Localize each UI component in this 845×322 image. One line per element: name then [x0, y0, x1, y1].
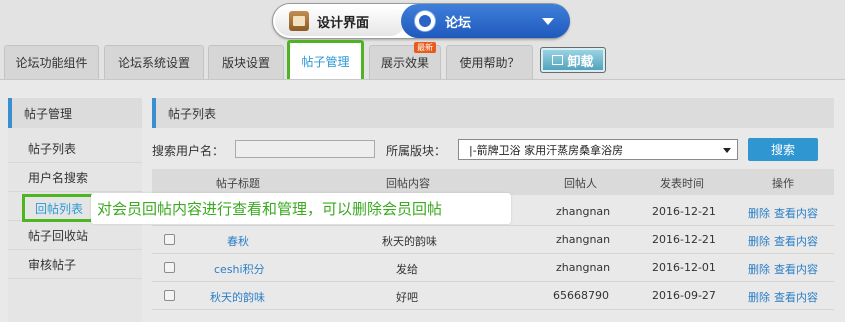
- new-badge: 最新: [414, 42, 436, 53]
- column-header: 帖子标题: [216, 177, 260, 190]
- tab-help[interactable]: 使用帮助？: [446, 45, 533, 79]
- board-label: 所属版块：: [386, 144, 447, 158]
- board-select-value: |-箭牌卫浴 家用汗蒸房桑拿浴房: [469, 143, 624, 157]
- reply-date: 2016-12-21: [652, 205, 716, 218]
- sidebar-item-post-list[interactable]: 帖子列表: [8, 134, 142, 163]
- reply-content: 发给: [396, 263, 418, 276]
- sidebar-item-username-search[interactable]: 用户名搜索: [8, 163, 142, 192]
- uninstall-label: 卸载: [567, 54, 594, 70]
- view-content-link[interactable]: 查看内容: [774, 205, 818, 221]
- uninstall-button[interactable]: 卸载: [540, 47, 606, 73]
- row-checkbox[interactable]: [164, 290, 175, 301]
- sidebar-item-label: 帖子回收站: [28, 228, 89, 243]
- column-header: 发表时间: [660, 177, 704, 190]
- username-label: 搜索用户名：: [152, 144, 225, 158]
- annotation-callout: 对会员回帖内容进行查看和管理，可以删除会员回帖: [91, 193, 511, 224]
- sidebar-item-label: 回帖列表: [22, 194, 96, 222]
- column-header: 回帖内容: [386, 177, 430, 190]
- design-view-label: 设计界面: [317, 15, 370, 31]
- tab-forum-settings[interactable]: 论坛系统设置: [104, 45, 204, 79]
- column-header: 回帖人: [564, 177, 597, 190]
- username-input[interactable]: [235, 140, 375, 158]
- sidebar-item-review-posts[interactable]: 审核帖子: [8, 250, 142, 279]
- table-row: 春秋 秋天的韵味 zhangnan 2016-12-21 删除 查看内容: [152, 226, 834, 254]
- post-title-link[interactable]: ceshi积分: [214, 261, 265, 277]
- reply-content: 秋天的韵味: [382, 235, 437, 248]
- tab-label: 帖子管理: [301, 54, 350, 69]
- design-view-button[interactable]: 设计界面: [275, 6, 405, 36]
- reply-author: zhangnan: [556, 261, 611, 274]
- tab-bar: 论坛功能组件 论坛系统设置 版块设置 帖子管理 展示效果 最新 使用帮助？ 卸载: [0, 40, 845, 82]
- reply-date: 2016-09-27: [652, 289, 716, 302]
- tab-board-settings[interactable]: 版块设置: [208, 45, 284, 79]
- search-row: 搜索用户名： 所属版块： |-箭牌卫浴 家用汗蒸房桑拿浴房 搜索: [152, 138, 834, 162]
- delete-link[interactable]: 删除: [748, 233, 770, 249]
- sidebar-item-label: 审核帖子: [28, 257, 77, 272]
- view-content-link[interactable]: 查看内容: [774, 261, 818, 277]
- view-content-link[interactable]: 查看内容: [774, 233, 818, 249]
- mode-switcher: 设计界面 论坛: [272, 3, 570, 39]
- reply-author: zhangnan: [556, 233, 611, 246]
- page-title: 帖子列表: [152, 98, 834, 128]
- tab-forum-components[interactable]: 论坛功能组件: [4, 45, 99, 79]
- tab-label: 版块设置: [221, 56, 270, 70]
- row-checkbox[interactable]: [164, 262, 175, 273]
- delete-link[interactable]: 删除: [748, 261, 770, 277]
- reply-date: 2016-12-21: [652, 233, 716, 246]
- row-checkbox[interactable]: [164, 234, 175, 245]
- board-select[interactable]: |-箭牌卫浴 家用汗蒸房桑拿浴房: [458, 139, 738, 160]
- table-row: 秋天的韵味 好吧 65668790 2016-09-27 删除 查看内容: [152, 282, 834, 310]
- forum-dropdown[interactable]: 论坛: [401, 4, 570, 38]
- design-icon: [289, 11, 309, 31]
- gear-icon: [415, 11, 435, 31]
- tab-label: 展示效果: [380, 56, 429, 70]
- tab-post-management[interactable]: 帖子管理: [287, 40, 364, 82]
- view-content-link[interactable]: 查看内容: [774, 289, 818, 305]
- forum-dropdown-label: 论坛: [445, 15, 472, 31]
- reply-author: 65668790: [553, 289, 609, 302]
- tab-label: 论坛系统设置: [117, 56, 190, 70]
- uninstall-icon: [552, 55, 564, 65]
- reply-date: 2016-12-01: [652, 261, 716, 274]
- post-title-link[interactable]: 秋天的韵味: [210, 289, 265, 305]
- reply-content: 好吧: [396, 291, 418, 304]
- sidebar-item-recycle-bin[interactable]: 帖子回收站: [8, 221, 142, 250]
- table-row: ceshi积分 发给 zhangnan 2016-12-01 删除 查看内容: [152, 254, 834, 282]
- chevron-down-icon: [542, 17, 554, 25]
- reply-author: zhangnan: [556, 205, 611, 218]
- column-header: 操作: [772, 177, 794, 190]
- tab-label: 使用帮助？: [459, 56, 520, 70]
- tab-label: 论坛功能组件: [15, 56, 88, 70]
- sidebar-item-label: 帖子列表: [28, 141, 77, 156]
- delete-link[interactable]: 删除: [748, 205, 770, 221]
- search-button[interactable]: 搜索: [748, 138, 818, 161]
- post-title-link[interactable]: 春秋: [227, 233, 249, 249]
- table-header: 帖子标题 回帖内容 回帖人 发表时间 操作: [152, 169, 834, 195]
- sidebar-title: 帖子管理: [8, 98, 142, 128]
- delete-link[interactable]: 删除: [748, 289, 770, 305]
- chevron-down-icon: [723, 148, 731, 153]
- sidebar-item-label: 用户名搜索: [28, 170, 89, 185]
